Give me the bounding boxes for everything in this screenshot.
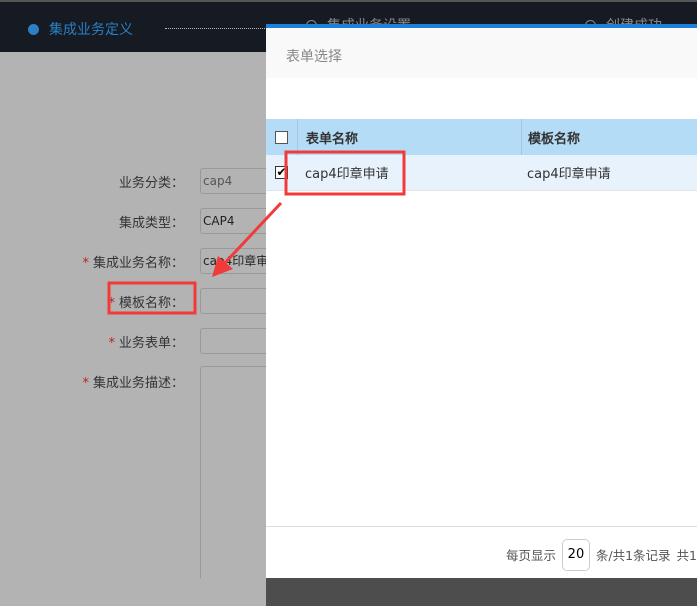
field-label: * 模板名称： [108, 295, 184, 311]
per-page-label: 每页显示 [506, 548, 557, 563]
bottom-bar [0, 578, 697, 606]
field-label: * 业务表单： [108, 335, 184, 351]
row-checkbox[interactable]: ✔ [275, 166, 288, 179]
step-active-dot-icon [28, 23, 39, 35]
field-category: 业务分类： cap4 [0, 168, 280, 194]
table-row[interactable]: ✔ cap4印章申请 cap4印章申请 [266, 155, 697, 191]
step-connector [165, 28, 275, 29]
dialog-title: 表单选择 [266, 28, 697, 78]
page-size-input[interactable]: 20 [562, 538, 590, 571]
records-label: 条/共1条记录 [595, 548, 671, 563]
field-type: 集成类型： CAP4 [0, 208, 280, 234]
business-form: 业务分类： cap4 集成类型： CAP4 * 集成业务名称： cap4印章审批 * 模板… [0, 52, 280, 586]
dialog-bottom-bar [266, 578, 697, 606]
cell-template-name: cap4印章申请 [527, 167, 611, 182]
field-description: * 集成业务描述： [0, 366, 280, 586]
checkmark-icon: ✔ [276, 165, 287, 179]
field-label: 业务分类： [118, 175, 184, 191]
field-label: * 集成业务描述： [82, 375, 184, 391]
table-header: 表单名称 模板名称 [266, 119, 697, 155]
field-label: 集成类型： [118, 215, 184, 231]
field-label: * 集成业务名称： [82, 255, 184, 271]
field-business-form: * 业务表单： [0, 328, 280, 354]
field-template: * 模板名称： [0, 288, 280, 314]
column-template-name[interactable]: 模板名称 [521, 119, 580, 155]
field-name: * 集成业务名称： cap4印章审批 [0, 248, 280, 274]
form-select-dialog: 表单选择 表单名称 模板名称 ✔ cap4印章申请 cap4印章申请 每页显示 … [266, 24, 697, 578]
column-form-name[interactable]: 表单名称 [297, 119, 521, 155]
select-all-checkbox[interactable] [275, 130, 288, 144]
total-label: 共1 [676, 548, 697, 563]
step-1: 集成业务定义 [28, 19, 133, 39]
cell-form-name: cap4印章申请 [305, 167, 389, 182]
step-label: 集成业务定义 [49, 22, 133, 38]
pagination: 每页显示 20 条/共1条记录 共1 [266, 526, 697, 582]
